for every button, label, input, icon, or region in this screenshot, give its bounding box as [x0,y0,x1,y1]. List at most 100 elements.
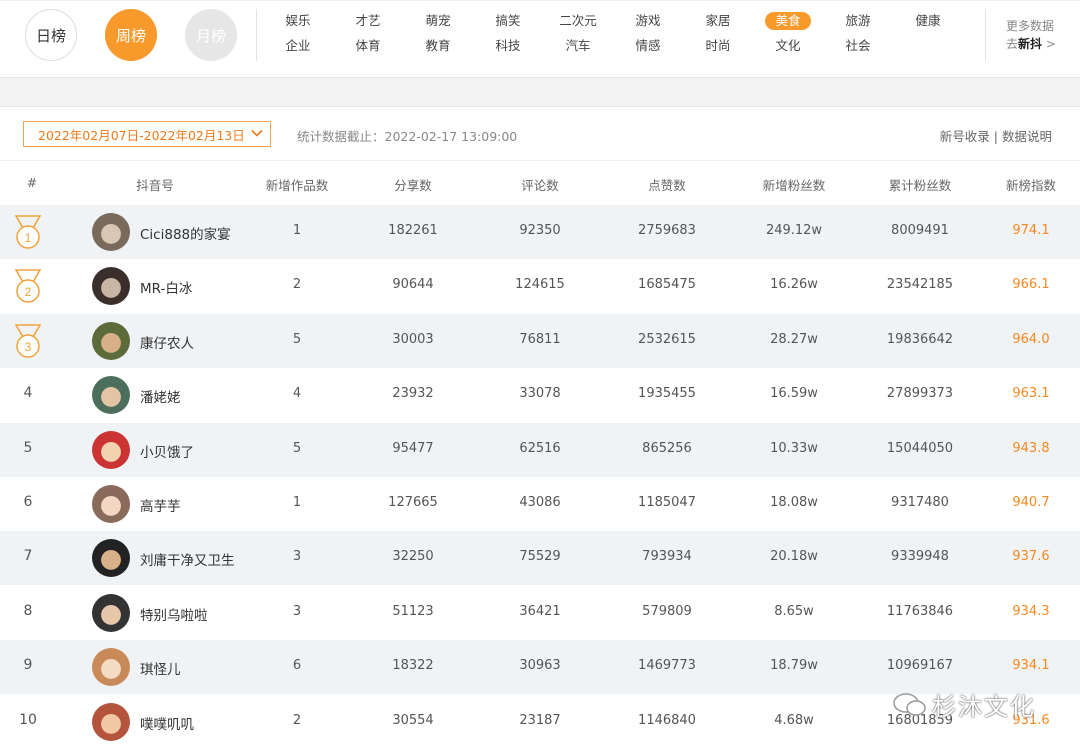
avatar[interactable] [92,430,130,469]
category-shishang[interactable]: 时尚 [688,37,748,55]
avatar[interactable] [92,593,130,632]
likes-value: 579809 [642,603,692,619]
shares-value: 30554 [392,712,434,728]
header-new-fans[interactable]: 新增粉丝数 [754,175,834,194]
rank-number: 9 [23,657,33,674]
more-data-line2: 去新抖 > [1006,37,1056,51]
category-qiye[interactable]: 企业 [268,37,328,55]
account-name[interactable]: 高芋芋 [140,495,181,515]
wechat-icon [893,693,926,716]
new-fans-value: 10.33w [770,440,818,456]
table-row[interactable]: 3 康仔农人 5 30003 76811 2532615 28.27w 19836642 964… [0,313,1080,368]
new-works-value: 5 [292,440,302,456]
account-name[interactable]: 特别乌啦啦 [140,604,208,624]
header-comments[interactable]: 评论数 [510,175,570,194]
header-shares[interactable]: 分享数 [383,175,443,194]
toolbar-links: 新号收录 | 数据说明 [940,126,1052,145]
new-account-link[interactable]: 新号收录 [940,129,990,144]
new-works-value: 6 [292,658,302,674]
tab-weekly[interactable]: 周榜 [105,9,157,61]
category-jiankang[interactable]: 健康 [898,12,958,30]
account-name[interactable]: Cici888的家宴 [140,223,231,243]
category-shehui[interactable]: 社会 [828,37,888,55]
category-gaoxiao[interactable]: 搞笑 [478,12,538,30]
avatar[interactable] [92,267,130,306]
category-yule[interactable]: 娱乐 [268,12,328,30]
category-qinggan[interactable]: 情感 [618,37,678,55]
ranking-panel: 2022年02月07日-2022年02月13日 统计数据截止：2022-02-1… [0,106,1080,752]
avatar[interactable] [92,213,130,251]
category-tiyu[interactable]: 体育 [338,37,398,55]
rank-number: 6 [23,494,33,510]
new-fans-value: 4.68w [774,712,814,728]
score-value: 966.1 [1012,277,1050,293]
shares-value: 32250 [392,549,434,565]
account-name[interactable]: 小贝饿了 [140,441,194,461]
table-row[interactable]: 9 琪怪儿 6 18322 30963 1469773 18.79w 10969167 934.… [0,640,1080,695]
more-data-link[interactable]: 更多数据 去新抖 > [1006,17,1056,53]
table-row[interactable]: 2 MR-白冰 2 90644 124615 1685475 16.26w 23542185 9… [0,259,1080,314]
total-fans-value: 11763846 [886,603,954,619]
header-likes[interactable]: 点赞数 [637,175,697,194]
comments-value: 75529 [519,549,561,565]
account-name[interactable]: 刘庸干净又卫生 [140,549,235,569]
category-keji[interactable]: 科技 [478,37,538,55]
table-row[interactable]: 8 特别乌啦啦 3 51123 36421 579809 8.65w 11763846 934.… [0,585,1080,640]
comments-value: 33078 [519,386,561,402]
table-row[interactable]: 6 高芋芋 1 127665 43086 1185047 18.08w 9317480 940.… [0,477,1080,531]
date-range-select[interactable]: 2022年02月07日-2022年02月13日 [23,121,271,147]
total-fans-value: 9339948 [891,549,949,565]
shares-value: 51123 [392,603,434,619]
avatar[interactable] [92,485,130,523]
account-name[interactable]: 潘姥姥 [140,386,181,406]
category-jiaoyu[interactable]: 教育 [408,37,468,55]
category-mengchong[interactable]: 萌宠 [408,12,468,30]
account-name[interactable]: 康仔农人 [140,332,194,352]
header-new-works[interactable]: 新增作品数 [257,175,337,194]
new-works-value: 2 [292,712,302,728]
medal-icon: 2 [14,269,42,304]
score-value: 940.7 [1012,495,1050,510]
table-row[interactable]: 5 小贝饿了 5 95477 62516 865256 10.33w 15044050 943.… [0,422,1080,477]
tab-daily[interactable]: 日榜 [25,9,77,61]
category-qiche[interactable]: 汽车 [548,37,608,55]
likes-value: 1185047 [638,495,696,510]
header-total-fans[interactable]: 累计粉丝数 [880,175,960,194]
category-erciyuan[interactable]: 二次元 [548,12,608,30]
avatar[interactable] [92,648,130,687]
comments-value: 30963 [519,658,561,674]
header-score[interactable]: 新榜指数 [996,175,1066,194]
category-caiyi[interactable]: 才艺 [338,12,398,30]
tab-monthly[interactable]: 月榜 [185,9,237,61]
score-value: 974.1 [1012,223,1050,238]
avatar[interactable] [92,539,130,578]
score-value: 963.1 [1012,386,1050,402]
account-name[interactable]: 噗噗叽叽 [140,713,194,733]
likes-value: 1469773 [638,658,696,674]
new-fans-value: 16.26w [770,277,818,293]
new-fans-value: 18.08w [770,495,818,510]
table-row[interactable]: 7 刘庸干净又卫生 3 32250 75529 793934 20.18w 9339948 93… [0,531,1080,586]
data-explanation-link[interactable]: 数据说明 [1002,129,1052,144]
header-account: 抖音号 [136,178,174,193]
table-row[interactable]: 4 潘姥姥 4 23932 33078 1935455 16.59w 27899373 963.… [0,368,1080,423]
account-name[interactable]: 琪怪儿 [140,658,181,678]
category-wenhua[interactable]: 文化 [758,37,818,55]
category-meishi[interactable]: 美食 [765,12,811,30]
more-data-line1: 更多数据 [1006,19,1055,33]
rank-number: 7 [23,548,33,565]
total-fans-value: 15044050 [886,440,954,456]
header-rank: # [26,175,38,190]
account-name[interactable]: MR-白冰 [140,277,192,297]
avatar[interactable] [92,321,130,360]
category-jiaju[interactable]: 家居 [688,12,748,30]
score-value: 934.3 [1012,603,1050,619]
avatar[interactable] [92,376,130,415]
rank-number: 10 [19,711,37,728]
category-youxi[interactable]: 游戏 [618,12,678,30]
top-filter-bar: 日榜 周榜 月榜 娱乐 才艺 萌宠 搞笑 二次元 游戏 家居 美食 旅游 健康 … [0,0,1080,78]
category-lvyou[interactable]: 旅游 [828,12,888,30]
likes-value: 793934 [642,549,692,565]
table-row[interactable]: 1 Cici888的家宴 1 182261 92350 2759683 249.12w 800… [0,205,1080,259]
avatar[interactable] [92,702,130,741]
